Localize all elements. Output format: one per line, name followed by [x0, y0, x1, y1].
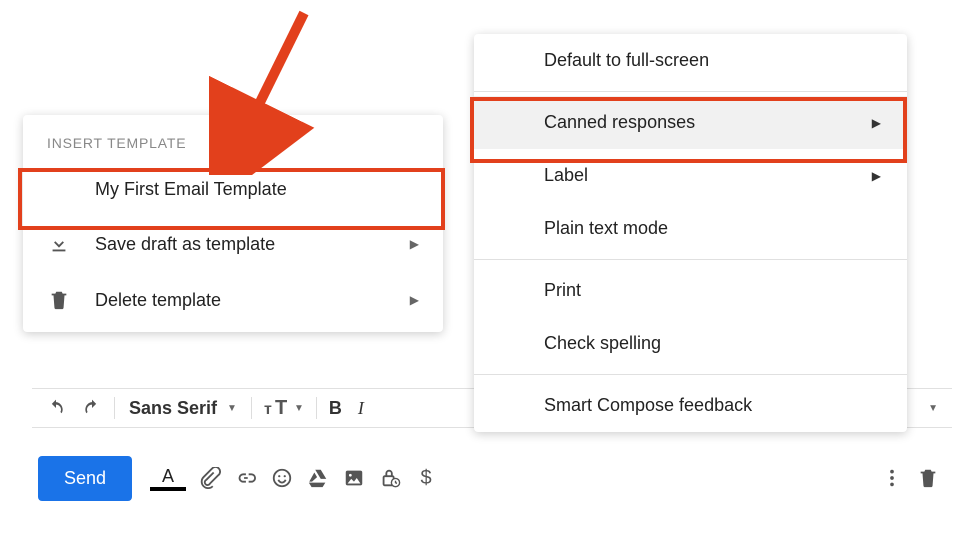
submenu-item-label: My First Email Template	[95, 179, 419, 200]
menu-separator	[474, 259, 907, 260]
chevron-right-icon: ▶	[872, 116, 881, 130]
link-icon	[235, 467, 257, 489]
text-color-button[interactable]: A	[150, 465, 186, 491]
chevron-down-icon: ▼	[227, 403, 237, 414]
italic-button[interactable]: I	[350, 389, 372, 427]
chevron-down-icon: ▼	[294, 403, 304, 414]
submenu-item-label: Save draft as template	[95, 234, 410, 255]
submenu-item-template[interactable]: My First Email Template	[23, 163, 443, 216]
menu-item-canned-responses[interactable]: Canned responses ▶	[474, 96, 907, 149]
menu-item-default-fullscreen[interactable]: Default to full-screen	[474, 34, 907, 87]
menu-item-label[interactable]: Label ▶	[474, 149, 907, 202]
menu-item-label: Canned responses	[544, 112, 872, 133]
menu-item-check-spelling[interactable]: Check spelling	[474, 317, 907, 370]
toolbar-separator	[316, 397, 317, 419]
more-options-menu: Default to full-screen Canned responses …	[474, 34, 907, 432]
discard-draft-button[interactable]	[910, 460, 946, 496]
font-family-label: Sans Serif	[129, 398, 217, 419]
font-size-button[interactable]: тT ▼	[256, 389, 312, 427]
emoji-icon	[271, 467, 293, 489]
submenu-item-delete-template[interactable]: Delete template ▶	[23, 272, 443, 328]
chevron-right-icon: ▶	[410, 293, 419, 307]
more-options-button[interactable]	[874, 460, 910, 496]
menu-separator	[474, 91, 907, 92]
menu-item-smart-compose-feedback[interactable]: Smart Compose feedback	[474, 379, 907, 432]
menu-item-label: Label	[544, 165, 872, 186]
menu-separator	[474, 374, 907, 375]
paperclip-icon	[199, 467, 221, 489]
font-family-select[interactable]: Sans Serif ▼	[119, 389, 247, 427]
trash-icon	[917, 467, 939, 489]
menu-item-label: Check spelling	[544, 333, 881, 354]
menu-item-label: Smart Compose feedback	[544, 395, 881, 416]
more-vert-icon	[881, 467, 903, 489]
menu-item-print[interactable]: Print	[474, 264, 907, 317]
insert-link-button[interactable]	[228, 460, 264, 496]
send-button[interactable]: Send	[38, 456, 132, 501]
submenu-item-save-draft[interactable]: Save draft as template ▶	[23, 216, 443, 272]
chevron-right-icon: ▶	[872, 169, 881, 183]
drive-icon	[307, 467, 329, 489]
lock-clock-icon	[379, 467, 401, 489]
submenu-item-label: Delete template	[95, 290, 410, 311]
svg-text:T: T	[275, 398, 287, 418]
toolbar-separator	[251, 397, 252, 419]
download-icon	[47, 232, 71, 256]
undo-button[interactable]	[38, 389, 74, 427]
insert-photo-button[interactable]	[336, 460, 372, 496]
menu-item-label: Default to full-screen	[544, 50, 881, 71]
insert-emoji-button[interactable]	[264, 460, 300, 496]
attach-file-button[interactable]	[192, 460, 228, 496]
insert-drive-button[interactable]	[300, 460, 336, 496]
svg-text:т: т	[264, 401, 272, 418]
bold-button[interactable]: B	[321, 389, 350, 427]
compose-action-bar: Send A $	[32, 448, 952, 508]
undo-icon	[46, 398, 66, 418]
text-size-icon: тT	[264, 398, 288, 418]
menu-item-label: Plain text mode	[544, 218, 881, 239]
redo-button[interactable]	[74, 389, 110, 427]
insert-money-button[interactable]: $	[408, 460, 444, 496]
chevron-right-icon: ▶	[410, 237, 419, 251]
toolbar-overflow-button[interactable]: ▼	[918, 389, 948, 427]
image-icon	[343, 467, 365, 489]
submenu-section-header: INSERT TEMPLATE	[23, 115, 443, 163]
redo-icon	[82, 398, 102, 418]
trash-icon	[47, 288, 71, 312]
chevron-down-icon: ▼	[928, 403, 938, 414]
menu-item-plain-text[interactable]: Plain text mode	[474, 202, 907, 255]
menu-item-label: Print	[544, 280, 881, 301]
confidential-mode-button[interactable]	[372, 460, 408, 496]
canned-responses-submenu: INSERT TEMPLATE My First Email Template …	[23, 115, 443, 332]
toolbar-separator	[114, 397, 115, 419]
